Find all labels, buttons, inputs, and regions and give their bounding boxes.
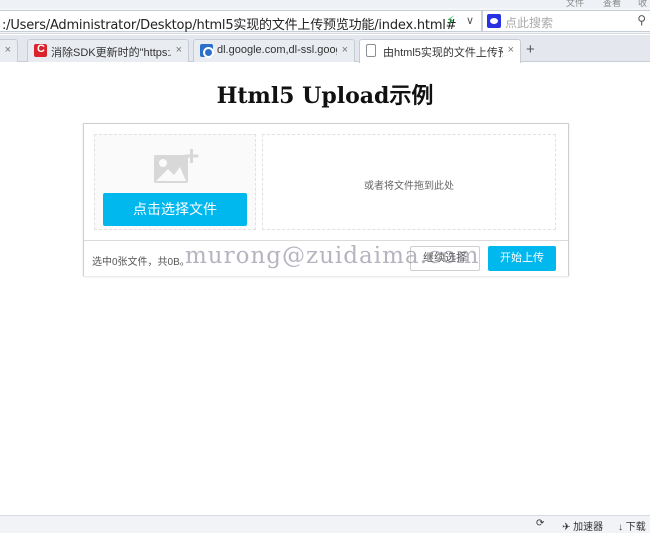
image-add-icon — [154, 149, 199, 183]
upload-status-text: 选中0张文件，共0B。 — [92, 257, 190, 268]
tab-1[interactable]: 消除SDK更新时的"https://dl-s × — [27, 39, 189, 62]
watermark: murong@zuidaima.com — [185, 243, 480, 269]
search-input[interactable]: 点此搜索 — [505, 14, 553, 31]
refresh-icon[interactable]: ⟳ — [536, 518, 544, 529]
tab-close-icon[interactable]: × — [342, 44, 348, 56]
address-url[interactable]: :/Users/Administrator/Desktop/html5实现的文件… — [2, 14, 457, 33]
download-icon: ↓ — [618, 522, 623, 533]
download-button[interactable]: ↓ 下载 — [618, 518, 646, 533]
accelerator-label: 加速器 — [573, 522, 604, 533]
tab-close-icon[interactable]: × — [176, 44, 182, 56]
page-title: Html5 Upload示例 — [216, 83, 434, 109]
tab-strip: × 消除SDK更新时的"https://dl-s × dl.google.com… — [0, 35, 650, 63]
browser-status-bar: ⟳ ✈ 加速器 ↓ 下载 — [0, 515, 650, 533]
document-icon — [366, 44, 376, 57]
drop-zone[interactable]: 或者将文件拖到此处 — [262, 134, 556, 230]
new-tab-icon[interactable]: + — [526, 41, 535, 58]
tab-3[interactable]: 由html5实现的文件上传预览功 × — [359, 39, 521, 63]
download-label: 下载 — [625, 522, 646, 533]
tab-favicon-icon — [200, 44, 214, 58]
baidu-paw-icon[interactable] — [487, 14, 501, 28]
tab-2[interactable]: dl.google.com,dl-ssl.google × — [193, 39, 355, 62]
tab-favicon-icon — [34, 43, 47, 57]
pick-file-button[interactable]: 点击选择文件 — [103, 193, 247, 226]
address-toolbar: :/Users/Administrator/Desktop/html5实现的文件… — [0, 8, 650, 34]
search-box[interactable]: 点此搜索 ⚲ — [482, 10, 650, 32]
speed-bolt-icon[interactable]: ⚡ — [446, 13, 455, 29]
address-bar[interactable]: :/Users/Administrator/Desktop/html5实现的文件… — [0, 10, 482, 33]
rocket-icon: ✈ — [562, 522, 571, 533]
accelerator-button[interactable]: ✈ 加速器 — [562, 518, 603, 533]
search-icon[interactable]: ⚲ — [637, 13, 646, 27]
tab-0[interactable]: × — [0, 39, 18, 62]
pick-area: 点击选择文件 — [94, 134, 256, 230]
drop-hint: 或者将文件拖到此处 — [364, 181, 454, 192]
tab-close-icon[interactable]: × — [5, 44, 11, 56]
tab-label: 由html5实现的文件上传预览功 — [383, 47, 503, 59]
browser-menu-strip: 文件 查看 收 — [0, 0, 650, 8]
start-upload-button[interactable]: 开始上传 — [488, 246, 556, 271]
chevron-down-icon[interactable]: ∨ — [466, 14, 474, 27]
tab-label: 消除SDK更新时的"https://dl-s — [51, 47, 171, 59]
tab-label: dl.google.com,dl-ssl.google — [217, 44, 337, 56]
tab-close-icon[interactable]: × — [508, 44, 514, 56]
